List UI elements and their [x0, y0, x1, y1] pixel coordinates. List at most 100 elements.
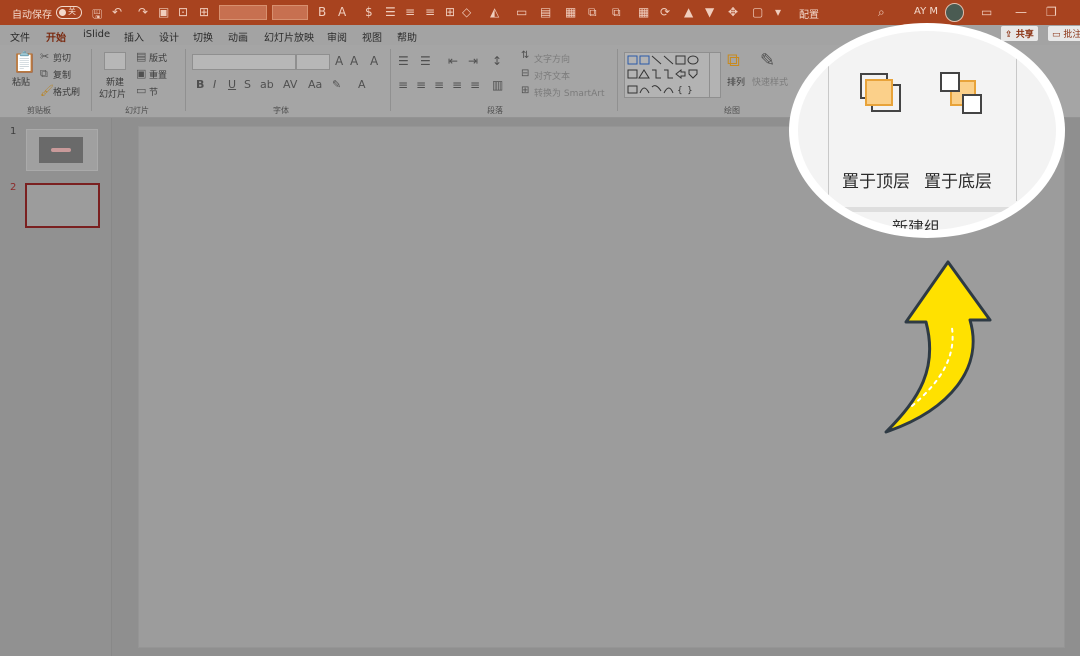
spacing-icon[interactable]: AV [283, 78, 297, 91]
move-icon[interactable]: ✥ [728, 5, 738, 19]
shapes-scroll[interactable] [709, 52, 721, 98]
qat-size-box[interactable] [272, 5, 308, 20]
smartart-icon[interactable]: ⊞ [521, 85, 529, 96]
ribbon-display-icon[interactable]: ▭ [981, 5, 992, 19]
columns-icon[interactable]: ▥ [492, 78, 503, 92]
avatar[interactable] [945, 3, 964, 22]
crop-icon[interactable]: ⊞ [199, 5, 209, 19]
shadow-icon[interactable]: S [244, 78, 251, 91]
font-color-icon[interactable]: A [338, 5, 346, 19]
ribbon-mode-label[interactable]: 配置 [799, 6, 819, 21]
arrow-up-icon[interactable]: ▲ [684, 5, 693, 19]
grow-font-icon[interactable]: A [335, 54, 343, 68]
bring-to-front-button[interactable]: 置于顶层 [842, 167, 910, 192]
arrange-icon[interactable]: ⧉ [727, 50, 740, 71]
list-icon[interactable]: ☰ [385, 5, 396, 19]
strikethrough-icon[interactable]: ab [260, 78, 274, 91]
new-slide-icon[interactable] [104, 52, 126, 70]
text-direction-button[interactable]: 文字方向 [534, 52, 570, 65]
tab-review[interactable]: 审阅 [327, 29, 347, 44]
align-right-icon[interactable]: ≡ [434, 78, 444, 92]
section-icon[interactable]: ▭ [136, 84, 146, 97]
tab-animations[interactable]: 动画 [228, 29, 248, 44]
font-name-box[interactable] [192, 54, 296, 70]
distribute-icon[interactable]: ≡ [470, 78, 480, 92]
copy-icon[interactable]: ⧉ [40, 67, 48, 81]
tab-view[interactable]: 视图 [362, 29, 382, 44]
format-painter-icon[interactable]: 🖌 [40, 84, 54, 97]
window-icon[interactable]: ▢ [752, 5, 763, 19]
align-center-icon[interactable]: ≡ [416, 78, 426, 92]
search-icon[interactable]: ⌕ [878, 5, 885, 20]
tab-islide[interactable]: iSlide [83, 29, 110, 40]
fit-icon[interactable]: ⊡ [178, 5, 188, 19]
grid-icon[interactable]: ▦ [638, 5, 649, 19]
shapes-icon[interactable]: ◇ [462, 5, 471, 19]
case-icon[interactable]: Aa [308, 78, 322, 91]
shrink-font-icon[interactable]: A [350, 54, 358, 68]
undo-icon[interactable]: ↶ [112, 5, 122, 19]
align-text-button[interactable]: 对齐文本 [534, 69, 570, 82]
text-direction-icon[interactable]: ⇅ [521, 50, 529, 61]
quick-styles-icon[interactable]: ✎ [760, 50, 775, 71]
fill-icon[interactable]: ◭ [490, 5, 499, 19]
tab-help[interactable]: 帮助 [397, 29, 417, 44]
bullets-icon[interactable]: ☰ [398, 54, 409, 68]
slide-thumbnail-1[interactable] [26, 129, 98, 171]
bold-icon[interactable]: B [196, 78, 204, 91]
rotate-icon[interactable]: ⟳ [660, 5, 670, 19]
align-icon[interactable]: ≡ [405, 5, 415, 19]
underline-icon[interactable]: U [228, 78, 236, 91]
section-button[interactable]: 节 [149, 85, 158, 98]
highlight-icon[interactable]: ✎ [332, 78, 341, 91]
user-initials[interactable]: AY M [914, 6, 938, 17]
reset-button[interactable]: 重置 [149, 68, 167, 81]
copy-button[interactable]: 复制 [53, 68, 71, 81]
slide-thumbnail-2[interactable] [25, 183, 100, 228]
save-icon[interactable]: 🖫 [92, 5, 102, 26]
arrange-button[interactable]: 排列 [727, 75, 745, 88]
dollar-icon[interactable]: $ [365, 5, 373, 19]
decrease-indent-icon[interactable]: ⇤ [448, 54, 458, 68]
line-spacing-icon[interactable]: ↕ [492, 54, 502, 68]
font-color-icon[interactable]: A [358, 78, 366, 91]
bring-to-front-icon[interactable] [856, 70, 904, 116]
share-button[interactable]: ⇪ 共享 [1001, 26, 1038, 41]
shapes-gallery[interactable]: { } [624, 52, 710, 98]
clear-format-icon[interactable]: A [370, 54, 378, 68]
image-icon[interactable]: ▦ [565, 5, 576, 19]
format-painter-button[interactable]: 格式刷 [53, 85, 80, 98]
tab-design[interactable]: 设计 [159, 29, 179, 44]
justify-icon[interactable]: ≡ [452, 78, 462, 92]
tab-transitions[interactable]: 切换 [193, 29, 213, 44]
numbering-icon[interactable]: ☰ [420, 54, 431, 68]
convert-smartart-button[interactable]: 转换为 SmartArt [534, 86, 604, 99]
present-icon[interactable]: ▣ [158, 5, 169, 19]
copy-layer-icon[interactable]: ⧉ [612, 5, 621, 20]
bold-icon[interactable]: B [318, 5, 326, 19]
paste-button[interactable]: 粘贴 [12, 75, 30, 88]
align-left-icon[interactable]: ≡ [398, 78, 408, 92]
tab-insert[interactable]: 插入 [124, 29, 144, 44]
font-size-box[interactable] [296, 54, 330, 70]
increase-indent-icon[interactable]: ⇥ [468, 54, 478, 68]
table-icon[interactable]: ⊞ [445, 5, 455, 19]
align-center-icon[interactable]: ≡ [425, 5, 435, 19]
cut-button[interactable]: 剪切 [53, 51, 71, 64]
autosave-toggle[interactable]: 关 [56, 6, 82, 19]
comments-button[interactable]: ▭ 批注 [1048, 26, 1080, 41]
new-slide-button-line2[interactable]: 幻灯片 [99, 87, 126, 100]
redo-icon[interactable]: ↷ [138, 5, 148, 19]
layout-icon[interactable]: ▤ [136, 50, 146, 63]
send-to-back-button[interactable]: 置于底层 [924, 167, 992, 192]
group-icon[interactable]: ▤ [540, 5, 551, 19]
minimize-icon[interactable]: — [1015, 5, 1027, 19]
restore-icon[interactable]: ❐ [1046, 5, 1057, 19]
qat-font-box[interactable] [219, 5, 267, 20]
tab-file[interactable]: 文件 [10, 29, 30, 44]
align-text-icon[interactable]: ⊟ [521, 68, 529, 79]
send-to-back-icon[interactable] [938, 70, 986, 116]
italic-icon[interactable]: I [213, 78, 216, 91]
reset-icon[interactable]: ▣ [136, 67, 146, 80]
quick-styles-button[interactable]: 快速样式 [752, 75, 788, 88]
